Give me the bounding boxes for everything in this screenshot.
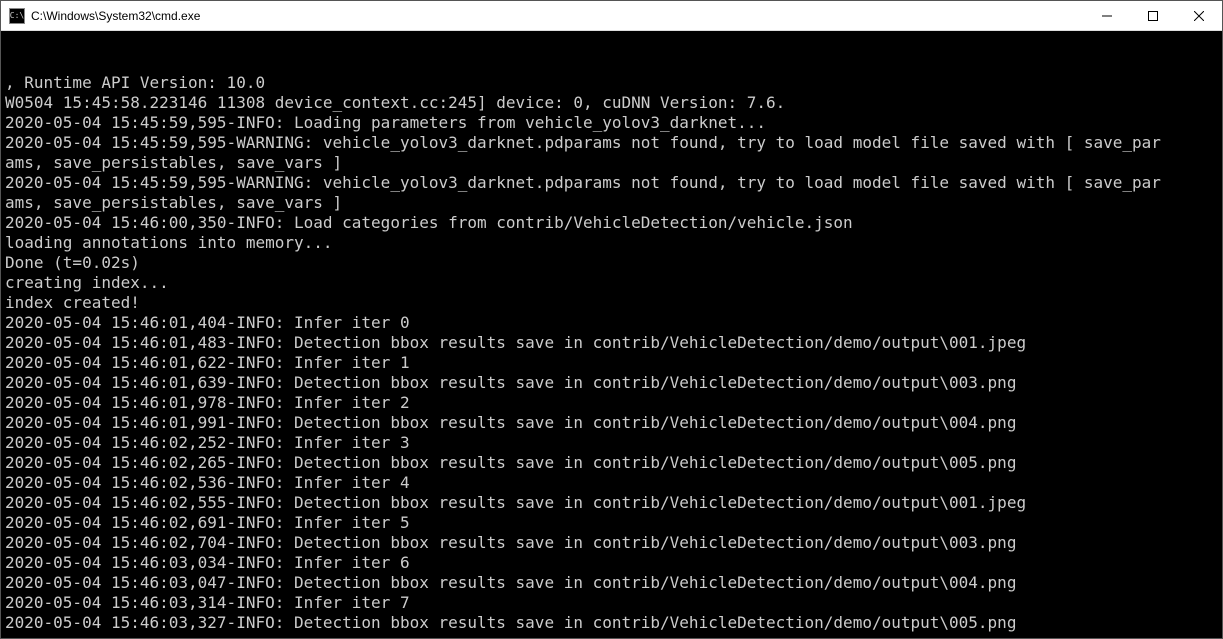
terminal-line: , Runtime API Version: 10.0: [5, 73, 1218, 93]
terminal-line: loading annotations into memory...: [5, 233, 1218, 253]
terminal-line: 2020-05-04 15:45:59,595-WARNING: vehicle…: [5, 133, 1218, 153]
terminal-line: ams, save_persistables, save_vars ]: [5, 193, 1218, 213]
terminal-line: 2020-05-04 15:46:03,327-INFO: Detection …: [5, 613, 1218, 633]
terminal-line: W0504 15:45:58.223146 11308 device_conte…: [5, 93, 1218, 113]
terminal-line: Done (t=0.02s): [5, 253, 1218, 273]
terminal-line: 2020-05-04 15:46:03,314-INFO: Infer iter…: [5, 593, 1218, 613]
window-title: C:\Windows\System32\cmd.exe: [31, 9, 1084, 23]
terminal-line: 2020-05-04 15:45:59,595-WARNING: vehicle…: [5, 173, 1218, 193]
terminal-line: creating index...: [5, 273, 1218, 293]
terminal-line: 2020-05-04 15:46:00,350-INFO: Load categ…: [5, 213, 1218, 233]
terminal-output[interactable]: , Runtime API Version: 10.0W0504 15:45:5…: [1, 31, 1222, 638]
minimize-button[interactable]: [1084, 1, 1130, 30]
terminal-line: 2020-05-04 15:46:02,691-INFO: Infer iter…: [5, 513, 1218, 533]
terminal-line: 2020-05-04 15:46:02,265-INFO: Detection …: [5, 453, 1218, 473]
terminal-line: 2020-05-04 15:46:01,622-INFO: Infer iter…: [5, 353, 1218, 373]
terminal-line: 2020-05-04 15:46:02,555-INFO: Detection …: [5, 493, 1218, 513]
terminal-line: 2020-05-04 15:45:59,595-INFO: Loading pa…: [5, 113, 1218, 133]
terminal-line: 2020-05-04 15:46:02,704-INFO: Detection …: [5, 533, 1218, 553]
close-icon: [1194, 11, 1204, 21]
terminal-line: 2020-05-04 15:46:03,034-INFO: Infer iter…: [5, 553, 1218, 573]
cmd-window: C:\ C:\Windows\System32\cmd.exe , Runtim…: [0, 0, 1223, 639]
terminal-line: [5, 633, 1218, 638]
terminal-line: 2020-05-04 15:46:01,978-INFO: Infer iter…: [5, 393, 1218, 413]
terminal-line: 2020-05-04 15:46:02,252-INFO: Infer iter…: [5, 433, 1218, 453]
terminal-line: index created!: [5, 293, 1218, 313]
maximize-icon: [1148, 11, 1158, 21]
minimize-icon: [1102, 11, 1112, 21]
terminal-line: 2020-05-04 15:46:02,536-INFO: Infer iter…: [5, 473, 1218, 493]
terminal-line: 2020-05-04 15:46:01,991-INFO: Detection …: [5, 413, 1218, 433]
terminal-line: ams, save_persistables, save_vars ]: [5, 153, 1218, 173]
window-controls: [1084, 1, 1222, 30]
terminal-line: 2020-05-04 15:46:01,639-INFO: Detection …: [5, 373, 1218, 393]
cmd-icon: C:\: [9, 8, 25, 24]
maximize-button[interactable]: [1130, 1, 1176, 30]
terminal-line: 2020-05-04 15:46:03,047-INFO: Detection …: [5, 573, 1218, 593]
terminal-line: 2020-05-04 15:46:01,404-INFO: Infer iter…: [5, 313, 1218, 333]
terminal-line: 2020-05-04 15:46:01,483-INFO: Detection …: [5, 333, 1218, 353]
titlebar[interactable]: C:\ C:\Windows\System32\cmd.exe: [1, 1, 1222, 31]
close-button[interactable]: [1176, 1, 1222, 30]
